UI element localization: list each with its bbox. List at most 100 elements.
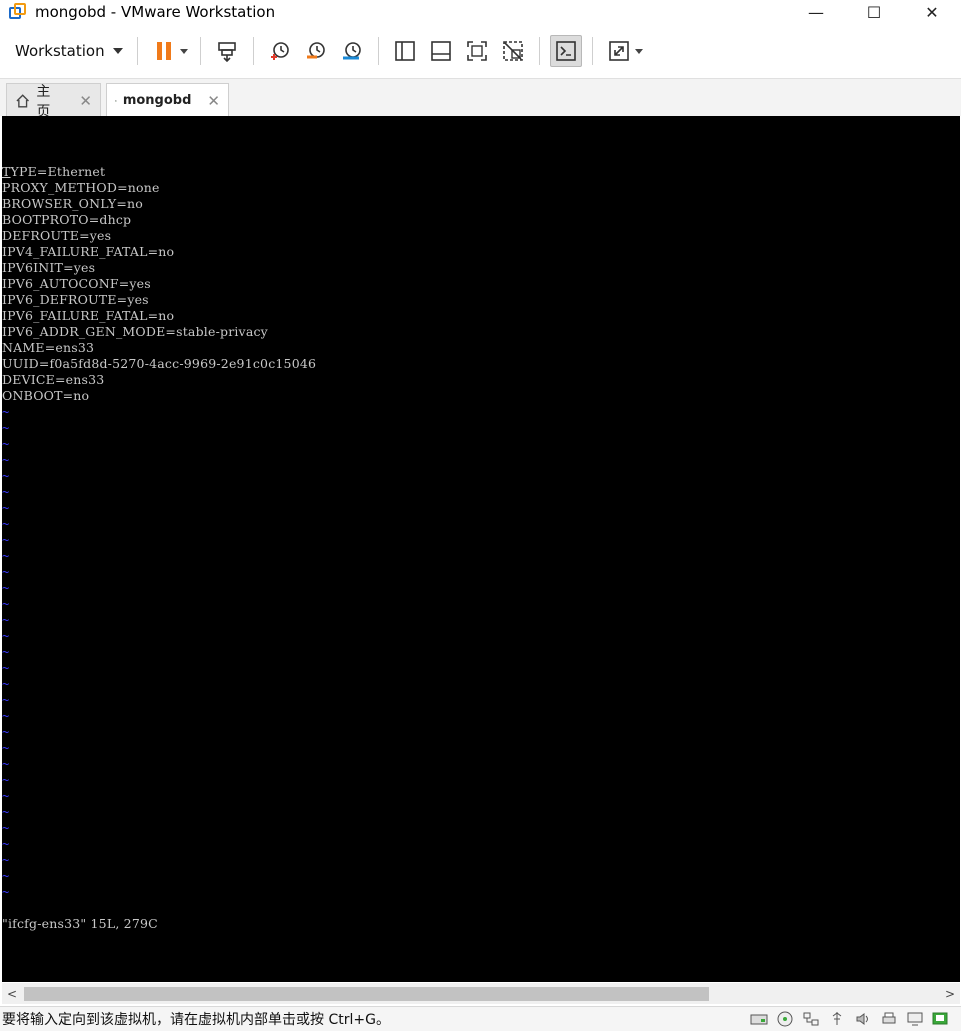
- snapshot-manager-button[interactable]: [336, 35, 368, 67]
- tilde-marker: ~: [2, 565, 10, 579]
- device-icons: [749, 1010, 951, 1028]
- console-line: IPV4_FAILURE_FATAL=no: [2, 244, 175, 259]
- library-icon: [394, 41, 415, 61]
- display-icon[interactable]: [905, 1010, 925, 1028]
- network-icon[interactable]: [801, 1010, 821, 1028]
- snapshot-manager-icon: [342, 42, 361, 60]
- unity-button[interactable]: [497, 35, 529, 67]
- window-title: mongobd - VMware Workstation: [35, 3, 276, 21]
- show-library-button[interactable]: [389, 35, 421, 67]
- tilde-marker: ~: [2, 597, 10, 611]
- sound-icon[interactable]: [853, 1010, 873, 1028]
- tab-mongobd-label: mongobd: [122, 93, 192, 108]
- scrollbar-thumb[interactable]: [24, 987, 709, 1001]
- toolbar-divider: [538, 37, 540, 65]
- tilde-marker: ~: [2, 533, 10, 547]
- console-line: NAME=ens33: [2, 340, 95, 355]
- take-snapshot-button[interactable]: [264, 35, 296, 67]
- console-line: TYPE=Ethernet: [2, 164, 105, 180]
- vm-console[interactable]: TYPE=Ethernet PROXY_METHOD=none BROWSER_…: [2, 116, 960, 982]
- window-controls: — ☐ ✕: [787, 0, 961, 24]
- tilde-marker: ~: [2, 421, 10, 435]
- tilde-marker: ~: [2, 837, 10, 851]
- message-icon[interactable]: [931, 1010, 951, 1028]
- send-ctrl-alt-del-button[interactable]: [211, 35, 243, 67]
- tilde-marker: ~: [2, 773, 10, 787]
- toolbar-divider: [252, 37, 254, 65]
- console-line: DEVICE=ens33: [2, 372, 105, 387]
- console-line: ONBOOT=no: [2, 388, 90, 403]
- tab-mongobd[interactable]: mongobd ✕: [106, 83, 229, 117]
- snapshot-icon: [270, 42, 289, 60]
- usb-icon[interactable]: [827, 1010, 847, 1028]
- tilde-marker: ~: [2, 805, 10, 819]
- tilde-marker: ~: [2, 485, 10, 499]
- tilde-marker: ~: [2, 469, 10, 483]
- console-line-rest: YPE=Ethernet: [10, 164, 106, 179]
- send-ctrl-alt-del-icon: [217, 42, 236, 62]
- console-line: IPV6_AUTOCONF=yes: [2, 276, 151, 291]
- tilde-marker: ~: [2, 709, 10, 723]
- printer-icon[interactable]: [879, 1010, 899, 1028]
- toolbar-divider: [199, 37, 201, 65]
- console-line: IPV6INIT=yes: [2, 260, 96, 275]
- unity-icon: [502, 41, 523, 61]
- console-line: DEFROUTE=yes: [2, 228, 112, 243]
- text-cursor: T: [2, 164, 11, 179]
- tab-strip: 主页 ✕ mongobd ✕: [0, 78, 961, 120]
- close-tab-home-button[interactable]: ✕: [79, 92, 92, 110]
- toolbar-divider: [591, 37, 593, 65]
- console-line: BOOTPROTO=dhcp: [2, 212, 132, 227]
- revert-snapshot-icon: [306, 42, 325, 59]
- pause-icon: [156, 42, 171, 60]
- tilde-marker: ~: [2, 549, 10, 563]
- toolbar-divider: [377, 37, 379, 65]
- tilde-marker: ~: [2, 789, 10, 803]
- revert-snapshot-button[interactable]: [300, 35, 332, 67]
- scrollbar-track[interactable]: [22, 985, 940, 1002]
- scroll-left-button[interactable]: <: [2, 987, 22, 1001]
- status-message: 要将输入定向到该虚拟机，请在虚拟机内部单击或按 Ctrl+G。: [2, 1012, 390, 1028]
- tab-home-label: 主页: [36, 83, 51, 120]
- close-window-button[interactable]: ✕: [903, 0, 961, 24]
- horizontal-scrollbar[interactable]: < >: [2, 983, 960, 1004]
- tilde-marker: ~: [2, 725, 10, 739]
- scroll-right-button[interactable]: >: [940, 987, 960, 1001]
- vmware-logo-icon: [9, 3, 27, 21]
- tilde-marker: ~: [2, 437, 10, 451]
- vi-status-line: "ifcfg-ens33" 15L, 279C: [2, 916, 158, 931]
- stretch-dropdown-icon[interactable]: [634, 48, 643, 54]
- thumbnail-bar-icon: [430, 41, 451, 61]
- console-line: IPV6_DEFROUTE=yes: [2, 292, 149, 307]
- tilde-marker: ~: [2, 405, 10, 419]
- cd-dvd-icon[interactable]: [775, 1010, 795, 1028]
- status-bar: 要将输入定向到该虚拟机，请在虚拟机内部单击或按 Ctrl+G。: [0, 1006, 961, 1031]
- vm-running-icon: [115, 99, 117, 102]
- tilde-marker: ~: [2, 677, 10, 691]
- console-view-button[interactable]: [549, 35, 582, 67]
- hard-disk-icon[interactable]: [749, 1010, 769, 1028]
- stretch-icon: [608, 41, 629, 61]
- pause-dropdown-icon[interactable]: [179, 48, 188, 54]
- tilde-marker: ~: [2, 693, 10, 707]
- tab-home[interactable]: 主页 ✕: [6, 83, 101, 120]
- tilde-marker: ~: [2, 885, 10, 899]
- maximize-button[interactable]: ☐: [845, 0, 903, 24]
- home-icon: [16, 93, 29, 107]
- workstation-menu[interactable]: Workstation: [15, 36, 123, 66]
- pause-button[interactable]: [148, 35, 180, 67]
- tilde-marker: ~: [2, 581, 10, 595]
- fullscreen-icon: [466, 41, 487, 61]
- console-line: IPV6_FAILURE_FATAL=no: [2, 308, 175, 323]
- tilde-marker: ~: [2, 645, 10, 659]
- tilde-marker: ~: [2, 853, 10, 867]
- console-line: BROWSER_ONLY=no: [2, 196, 144, 211]
- close-tab-mongobd-button[interactable]: ✕: [207, 92, 220, 110]
- minimize-button[interactable]: —: [787, 0, 845, 24]
- toolbar: Workstation: [0, 30, 961, 72]
- full-screen-button[interactable]: [461, 35, 493, 67]
- stretch-guest-button[interactable]: [603, 35, 635, 67]
- tilde-marker: ~: [2, 661, 10, 675]
- thumbnail-bar-button[interactable]: [425, 35, 457, 67]
- console-line: IPV6_ADDR_GEN_MODE=stable-privacy: [2, 324, 268, 339]
